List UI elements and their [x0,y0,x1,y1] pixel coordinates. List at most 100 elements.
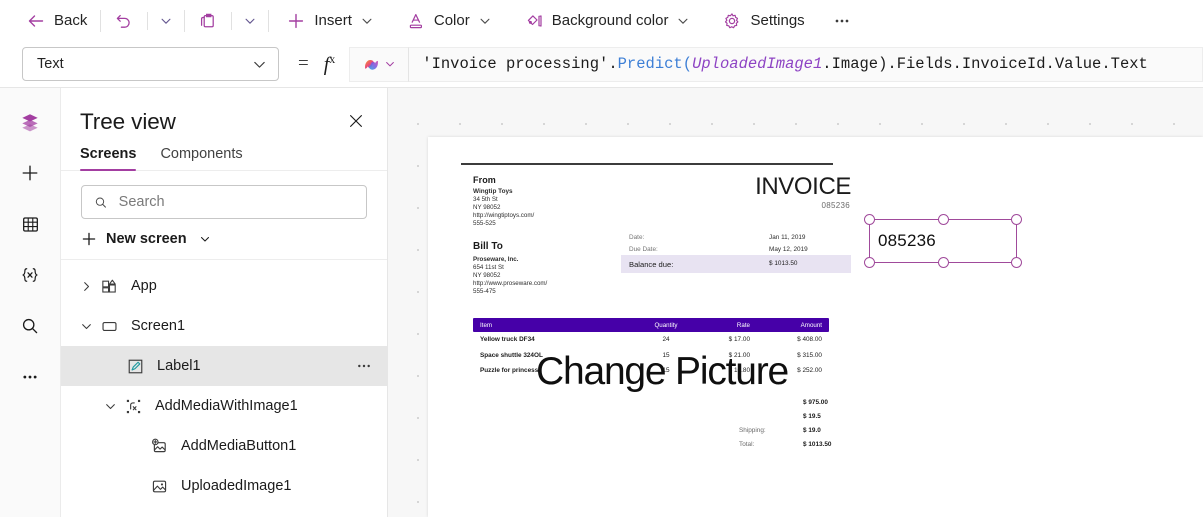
invoice-billto-street: 654 11st St [473,264,504,272]
tree-node-uploadedimage1[interactable]: UploadedImage1 [61,466,387,506]
tree-node-addmediabutton1[interactable]: AddMediaButton1 [61,426,387,466]
invoice-total-value: $ 19.0 [803,426,821,434]
rail-item-tree-view[interactable] [10,102,50,142]
invoice-from-street: 34 5th St [473,196,498,204]
resize-handle-bottom-right[interactable] [1011,257,1022,268]
invoice-shipping-row: Shipping: $ 19.0 [739,423,859,437]
tab-screens[interactable]: Screens [80,146,145,171]
tree-node-screen1[interactable]: Screen1 [61,306,387,346]
resize-handle-bottom-middle[interactable] [937,257,949,268]
insert-label: Insert [314,12,352,29]
formula-datasource: 'Invoice processing' [422,55,609,73]
insert-button[interactable]: Insert [278,5,382,37]
color-icon [409,13,422,28]
formula-input[interactable]: 'Invoice processing'. Predict(UploadedIma… [408,46,1203,82]
invoice-billto-phone: 555-475 [473,288,496,296]
app-icon [97,277,121,296]
color-button[interactable]: Color [398,5,500,37]
invoice-from-heading: From [473,175,496,185]
tree-view-title: Tree view [80,109,176,134]
tree-node-overflow-button[interactable] [355,357,373,375]
more-horizontal-icon [835,19,849,22]
invoice-from-phone: 555-525 [473,220,496,228]
formula-function: Predict [617,55,683,73]
divider [231,11,233,30]
resize-handle-top-left[interactable] [864,214,875,225]
invoice-col-quantity: Quantity [654,321,678,329]
resize-handle-top-middle[interactable] [937,214,949,225]
rail-item-insert[interactable] [10,153,50,193]
invoice-meta-row: Date: Jan 11, 2019 [621,231,851,243]
tree-node-label1[interactable]: Label1 [61,346,387,386]
invoice-cell-amount: $ 408.00 [797,336,822,344]
invoice-billto-heading: Bill To [473,241,503,252]
fx-icon: fx [323,51,336,76]
invoice-total-value: $ 975.00 [803,398,828,406]
rail-item-more[interactable] [10,357,50,397]
collapse-chevron-down-icon[interactable] [99,401,121,412]
add-media-icon [147,437,171,456]
paste-dropdown-button[interactable] [237,5,263,37]
screen1-surface[interactable]: From Wingtip Toys 34 5th St NY 98052 htt… [428,137,1203,517]
invoice-balance-value: $ 1013.50 [769,259,798,267]
close-tree-view-button[interactable] [344,109,368,133]
paste-icon [201,13,215,27]
formula-variable: UploadedImage1 [692,55,823,73]
search-input[interactable] [116,193,354,211]
formula-bar: Text = fx 'Invoice processing' . Predict… [0,41,1203,88]
invoice-balance-key: Balance due: [629,259,674,269]
invoice-meta-row: Due Date: May 12, 2019 [621,243,851,255]
settings-button[interactable]: Settings [714,5,812,37]
property-selector-value: Text [37,56,64,72]
resize-handle-bottom-left[interactable] [864,257,875,268]
chevron-down-icon [161,18,171,24]
property-selector[interactable]: Text [22,47,279,81]
chevron-down-icon [200,236,209,242]
collapse-chevron-down-icon[interactable] [75,321,97,332]
rail-item-variables[interactable] [10,255,50,295]
change-picture-button[interactable]: Change Picture [536,350,789,394]
back-button[interactable]: Back [18,5,95,37]
undo-button[interactable] [106,5,142,37]
resize-handle-top-right[interactable] [1011,214,1022,225]
invoice-cell-quantity: 24 [662,336,670,344]
paste-button[interactable] [190,5,226,37]
more-horizontal-icon [23,375,37,379]
expand-chevron-right-icon[interactable] [75,281,97,292]
insert-icon [22,165,38,181]
search-box[interactable] [81,185,367,219]
app-canvas[interactable]: From Wingtip Toys 34 5th St NY 98052 htt… [388,88,1203,517]
tree-node-app[interactable]: App [61,266,387,306]
back-label: Back [54,12,88,29]
invoice-total-row: $ 19.5 [739,409,859,423]
tab-components[interactable]: Components [151,146,251,170]
plus-icon [82,232,96,246]
close-icon [350,115,362,127]
copilot-icon [365,59,379,70]
rail-item-data[interactable] [10,204,50,244]
tree-node-addmediawithimage1[interactable]: AddMediaWithImage1 [61,386,387,426]
undo-icon [117,14,131,28]
invoice-cell-rate: $ 17.00 [728,336,750,344]
invoice-cell-item: Yellow truck DF34 [480,336,535,344]
invoice-table-row: Yellow truck DF34 24 $ 17.00 $ 408.00 [473,332,829,347]
rail-item-search[interactable] [10,306,50,346]
label1-control-selected[interactable]: 085236 [864,214,1022,268]
tree-node-label: AddMediaWithImage1 [155,398,298,414]
invoice-billto-url: http://www.proseware.com/ [473,280,548,288]
invoice-total-key: Total: [739,441,755,449]
label-icon [123,357,147,376]
undo-dropdown-button[interactable] [153,5,179,37]
copilot-button[interactable] [349,46,409,82]
overflow-menu-button[interactable] [827,6,857,36]
background-color-button[interactable]: Background color [516,5,699,37]
chevron-down-icon [254,61,265,68]
invoice-total-row: $ 975.00 [739,395,859,409]
new-screen-button[interactable]: New screen [61,219,387,260]
screen-icon [97,317,121,336]
tree-view-tabs: Screens Components [61,135,387,171]
left-rail [0,88,61,517]
divider [100,9,102,32]
variables-icon [22,268,38,282]
invoice-number: 085236 [821,201,850,210]
